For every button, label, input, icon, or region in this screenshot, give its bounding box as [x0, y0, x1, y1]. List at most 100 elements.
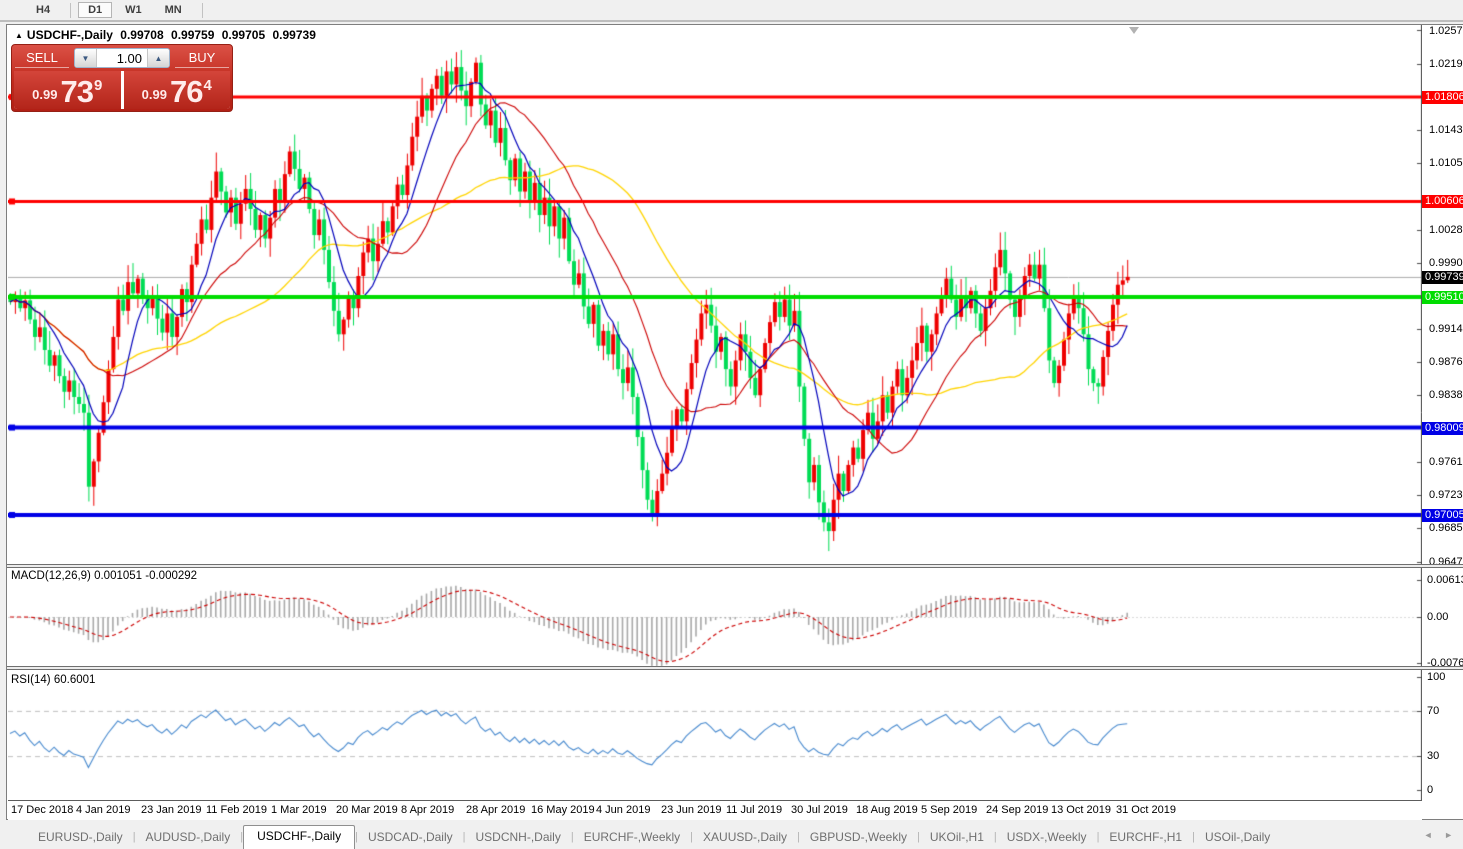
volume-increase-icon[interactable]: ▲ [147, 49, 169, 67]
rsi-tick-label: 100 [1427, 671, 1445, 683]
date-axis-label: 31 Oct 2019 [1116, 804, 1176, 816]
chart-tab-eurchf-weekly[interactable]: EURCHF-,Weekly [574, 827, 690, 849]
chart-canvas[interactable] [8, 25, 1422, 800]
price-tick-label: 0.99900 [1429, 257, 1463, 269]
chart-symbol: USDCHF-,Daily [27, 28, 113, 42]
price-tick-label: 0.99140 [1429, 323, 1463, 335]
date-axis-label: 13 Oct 2019 [1051, 804, 1111, 816]
sell-button[interactable]: SELL [15, 48, 69, 68]
price-tick-label: 0.97610 [1429, 456, 1463, 468]
chart-shift-marker-icon[interactable] [1129, 27, 1139, 34]
chart-tab-ukoil-h1[interactable]: UKOil-,H1 [920, 827, 994, 849]
timeframe-toolbar: H4 D1 W1 MN [0, 0, 1463, 22]
chart-window: ▲ USDCHF-,Daily 0.99708 0.99759 0.99705 0… [6, 24, 1463, 820]
rsi-label: RSI(14) 60.6001 [11, 674, 95, 686]
price-tick-label: 0.97230 [1429, 489, 1463, 501]
tab-scroll-arrows: ◄ ► [1415, 830, 1453, 840]
chart-tab-gbpusd-weekly[interactable]: GBPUSD-,Weekly [800, 827, 917, 849]
date-axis-label: 11 Jul 2019 [726, 804, 782, 816]
timeframe-d1-button[interactable]: D1 [78, 2, 112, 18]
macd-tick-label: 0.00613 [1427, 574, 1463, 586]
chart-tabs-bar: ◄ ► EURUSD-,Daily|AUDUSD-,Daily|USDCHF-,… [0, 820, 1463, 849]
level-price-badge: 0.98009 [1422, 422, 1463, 435]
tab-scroll-right-icon[interactable]: ► [1444, 830, 1453, 840]
buy-button[interactable]: BUY [175, 48, 229, 68]
tab-scroll-left-icon[interactable]: ◄ [1424, 830, 1433, 840]
level-price-badge: 0.99510 [1422, 291, 1463, 304]
volume-decrease-icon[interactable]: ▼ [75, 49, 97, 67]
price-tick-label: 1.01050 [1429, 157, 1463, 169]
sell-price-big: 73 [60, 77, 92, 106]
date-axis-label: 4 Jun 2019 [596, 804, 650, 816]
date-axis[interactable]: 17 Dec 20184 Jan 2019 23 Jan 2019 11 Feb 2… [8, 800, 1422, 820]
ohlc-high: 0.99759 [171, 28, 214, 42]
chart-tab-audusd-daily[interactable]: AUDUSD-,Daily [136, 827, 241, 849]
timeframe-w1-button[interactable]: W1 [115, 2, 152, 18]
chart-tab-usoil-daily[interactable]: USOil-,Daily [1195, 827, 1280, 849]
volume-input[interactable] [97, 49, 147, 67]
toolbar-separator [70, 3, 71, 18]
date-axis-label: 4 Jan 2019 [76, 804, 130, 816]
current-price-badge: 0.99739 [1422, 271, 1463, 284]
date-axis-label: 1 Mar 2019 [271, 804, 327, 816]
rsi-name: RSI(14) [11, 674, 51, 686]
date-axis-label: 8 Apr 2019 [401, 804, 454, 816]
volume-control: ▼ ▲ [74, 48, 170, 68]
chart-tab-usdx-weekly[interactable]: USDX-,Weekly [997, 827, 1097, 849]
chart-tab-usdcnh-daily[interactable]: USDCNH-,Daily [466, 827, 571, 849]
date-axis-label: 24 Sep 2019 [986, 804, 1048, 816]
pane-splitter-price-macd[interactable] [7, 564, 1463, 568]
buy-price-pip: 4 [203, 77, 211, 94]
price-tick-label: 1.01430 [1429, 124, 1463, 136]
macd-values: 0.001051 -0.000292 [94, 570, 197, 582]
price-tick-label: 0.96850 [1429, 522, 1463, 534]
chart-tab-usdchf-daily[interactable]: USDCHF-,Daily [243, 825, 355, 849]
ohlc-low: 0.99705 [222, 28, 265, 42]
macd-tick-label: 0.00 [1427, 611, 1448, 623]
sell-price-prefix: 0.99 [32, 84, 57, 106]
date-axis-label: 28 Apr 2019 [466, 804, 525, 816]
price-tick-label: 1.02190 [1429, 58, 1463, 70]
level-price-badge: 1.00606 [1422, 195, 1463, 208]
timeframe-mn-button[interactable]: MN [155, 2, 192, 18]
level-price-badge: 0.97005 [1422, 509, 1463, 522]
macd-name: MACD(12,26,9) [11, 570, 91, 582]
chart-tab-xauusd-daily[interactable]: XAUUSD-,Daily [693, 827, 797, 849]
price-tick-label: 0.98380 [1429, 389, 1463, 401]
chart-tab-eurchf-h1[interactable]: EURCHF-,H1 [1099, 827, 1192, 849]
buy-price-prefix: 0.99 [142, 84, 167, 106]
date-axis-label: 23 Jun 2019 [661, 804, 722, 816]
ohlc-close: 0.99739 [272, 28, 315, 42]
rsi-value: 60.6001 [54, 674, 96, 686]
rsi-tick-label: 0 [1427, 784, 1433, 796]
buy-price-button[interactable]: 0.99764 [124, 71, 231, 109]
rsi-tick-label: 70 [1427, 705, 1439, 717]
timeframe-h4-button[interactable]: H4 [26, 2, 60, 18]
date-axis-label: 16 May 2019 [531, 804, 595, 816]
date-axis-label: 11 Feb 2019 [206, 804, 267, 816]
chart-tab-eurusd-daily[interactable]: EURUSD-,Daily [28, 827, 133, 849]
chart-tab-usdcad-daily[interactable]: USDCAD-,Daily [358, 827, 463, 849]
chart-title: ▲ USDCHF-,Daily 0.99708 0.99759 0.99705 0… [15, 28, 320, 42]
buy-price-big: 76 [170, 77, 202, 106]
price-tick-label: 1.00280 [1429, 224, 1463, 236]
one-click-trading-panel: SELL ▼ ▲ BUY 0.99739 0.99764 [11, 44, 233, 112]
price-tick-label: 0.98760 [1429, 356, 1463, 368]
date-axis-label: 30 Jul 2019 [791, 804, 848, 816]
toolbar-separator [202, 3, 203, 18]
sell-price-button[interactable]: 0.99739 [14, 71, 121, 109]
price-tick-label: 1.02570 [1429, 25, 1463, 37]
panel-collapse-arrow-icon[interactable]: ▲ [15, 31, 23, 40]
date-axis-label: 20 Mar 2019 [336, 804, 398, 816]
price-axis[interactable]: 1.02570 1.02190 1.01430 1.01050 1.00280 0.999… [1422, 25, 1463, 800]
date-axis-label: 18 Aug 2019 [856, 804, 918, 816]
date-axis-label: 23 Jan 2019 [141, 804, 202, 816]
rsi-tick-label: 30 [1427, 750, 1439, 762]
macd-label: MACD(12,26,9) 0.001051 -0.000292 [11, 570, 197, 582]
date-axis-label: 17 Dec 2018 [11, 804, 73, 816]
sell-price-pip: 9 [94, 77, 102, 94]
date-axis-label: 5 Sep 2019 [921, 804, 977, 816]
ohlc-open: 0.99708 [120, 28, 163, 42]
level-price-badge: 1.01806 [1422, 91, 1463, 104]
pane-splitter-macd-rsi[interactable] [7, 666, 1463, 670]
